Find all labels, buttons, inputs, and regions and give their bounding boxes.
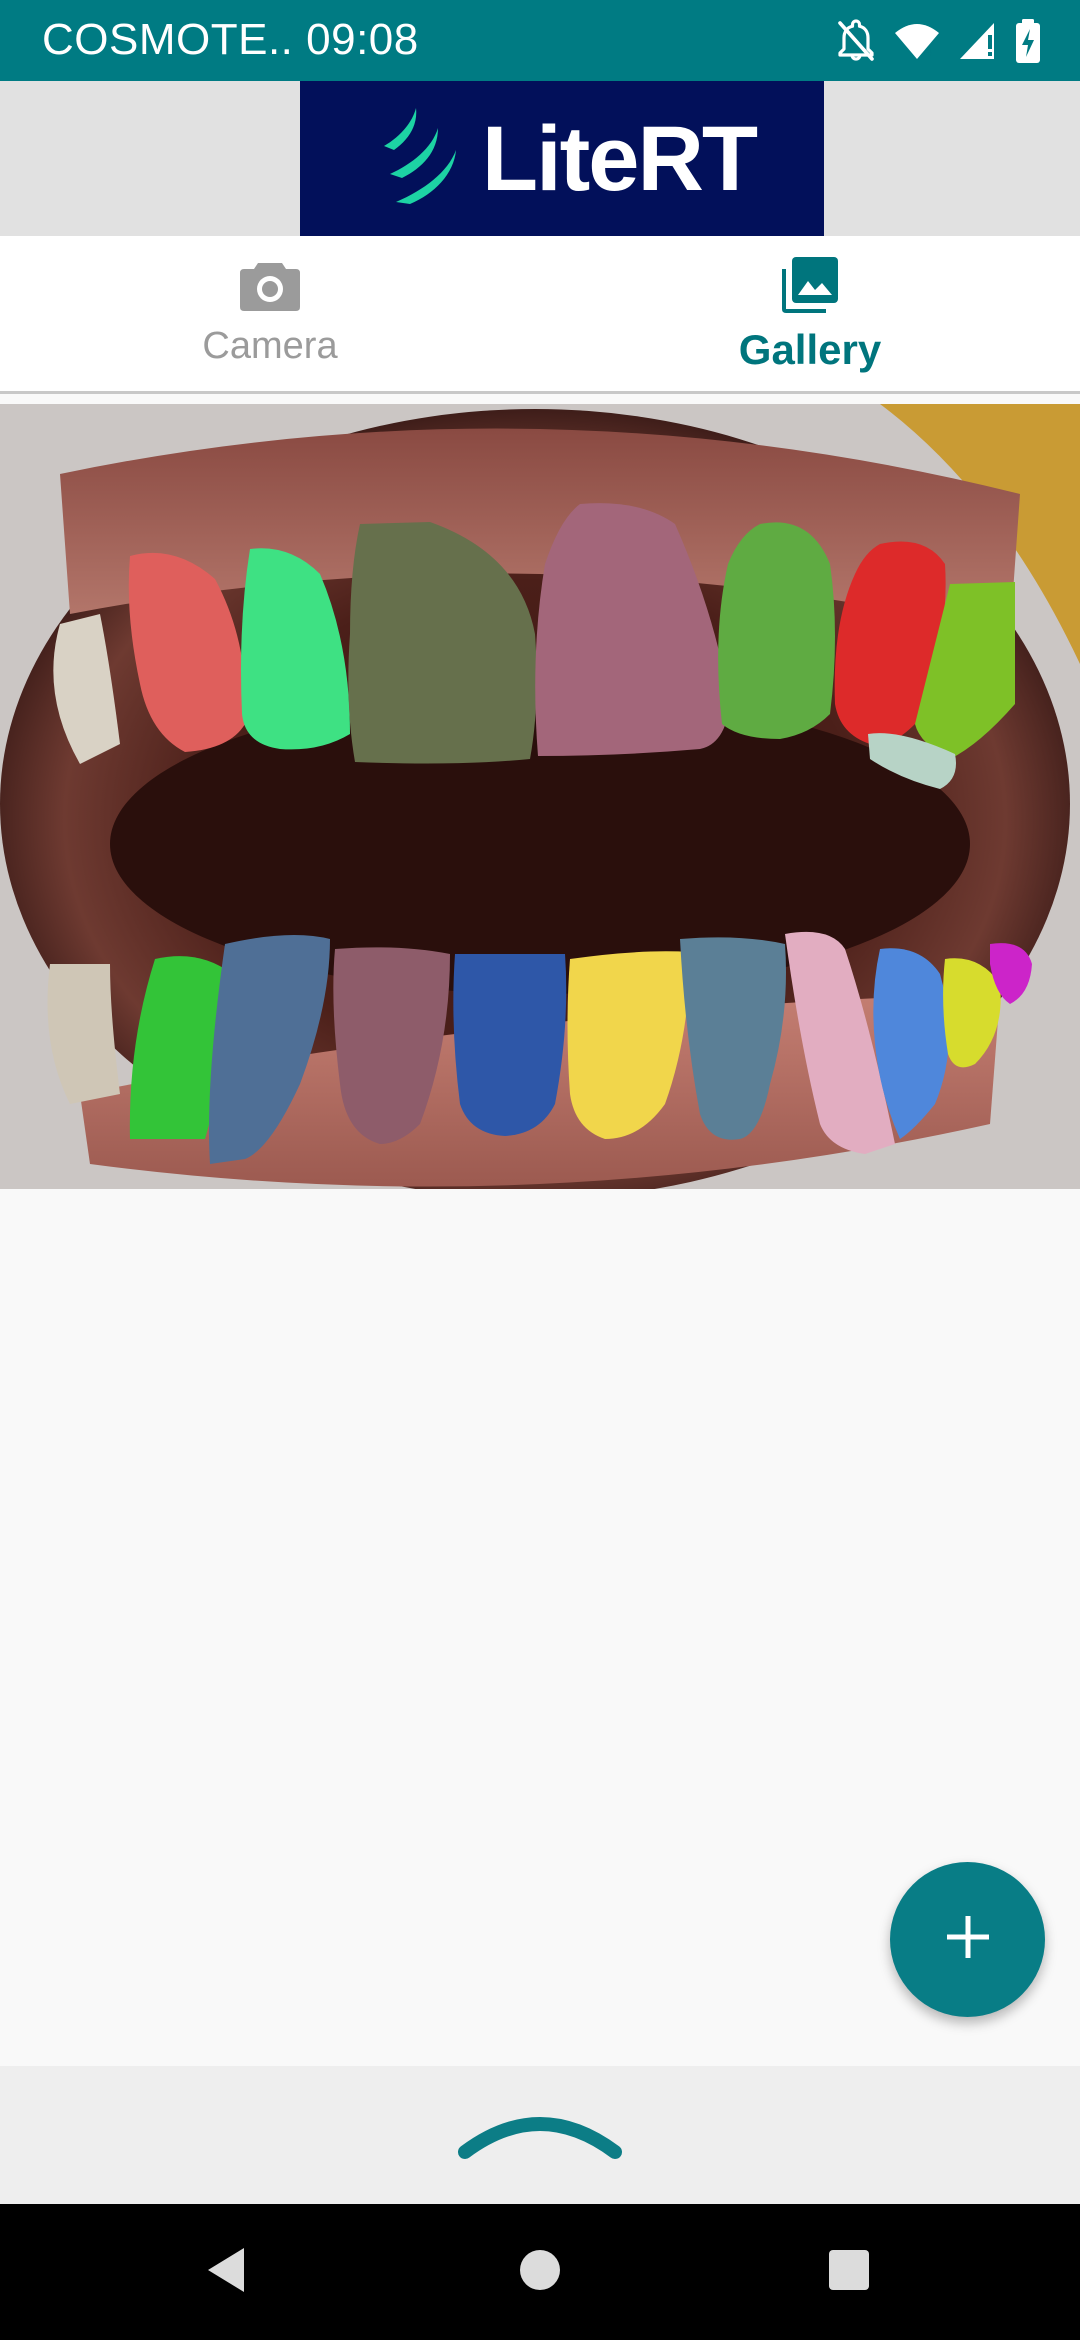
tab-gallery[interactable]: Gallery [540,236,1080,391]
plus-icon [945,1914,991,1965]
svg-text:4: 4 [924,43,932,59]
app-header: LiteRT [0,81,1080,236]
literT-logo-icon [368,106,460,211]
recents-button[interactable] [779,2204,919,2340]
signal-icon [958,21,998,61]
status-icons: 4 [836,18,1040,64]
app-logo: LiteRT [300,81,824,236]
home-icon [518,2248,562,2297]
tab-bar: Camera Gallery [0,236,1080,394]
chevron-up-icon[interactable] [455,2106,625,2167]
tab-camera[interactable]: Camera [0,236,540,391]
add-button[interactable] [890,1862,1045,2017]
notifications-off-icon [836,19,876,63]
wifi-icon: 4 [894,21,940,61]
home-button[interactable] [470,2204,610,2340]
back-icon [204,2246,248,2299]
segmentation-result-image [0,404,1080,1189]
camera-icon [240,259,300,316]
image-icon [780,255,840,320]
bottom-sheet[interactable] [0,2066,1080,2204]
battery-charging-icon [1016,19,1040,63]
status-bar: COSMOTE.. 09:08 4 [0,0,1080,81]
recents-icon [827,2248,871,2297]
back-button[interactable] [156,2204,296,2340]
logo-text: LiteRT [481,107,758,210]
status-carrier-time: COSMOTE.. 09:08 [42,15,419,64]
tab-camera-label: Camera [202,325,338,367]
tab-gallery-label: Gallery [738,326,882,373]
navigation-bar [0,2204,1080,2340]
